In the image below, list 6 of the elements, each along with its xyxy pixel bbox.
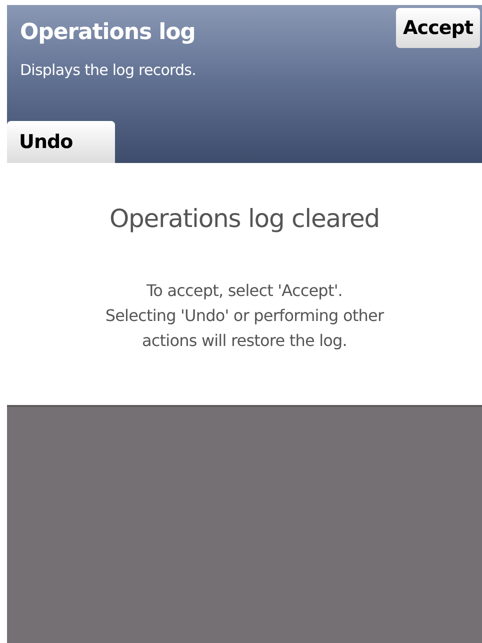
- page-subtitle: Displays the log records.: [20, 60, 196, 80]
- accept-button[interactable]: Accept: [396, 8, 480, 48]
- message-text: To accept, select 'Accept'. Selecting 'Undo' or performing other actions will restore the log.: [105, 280, 384, 352]
- undo-button[interactable]: Undo: [7, 121, 115, 163]
- message-title: Operations log cleared: [109, 203, 380, 235]
- page-title: Operations log: [20, 19, 196, 46]
